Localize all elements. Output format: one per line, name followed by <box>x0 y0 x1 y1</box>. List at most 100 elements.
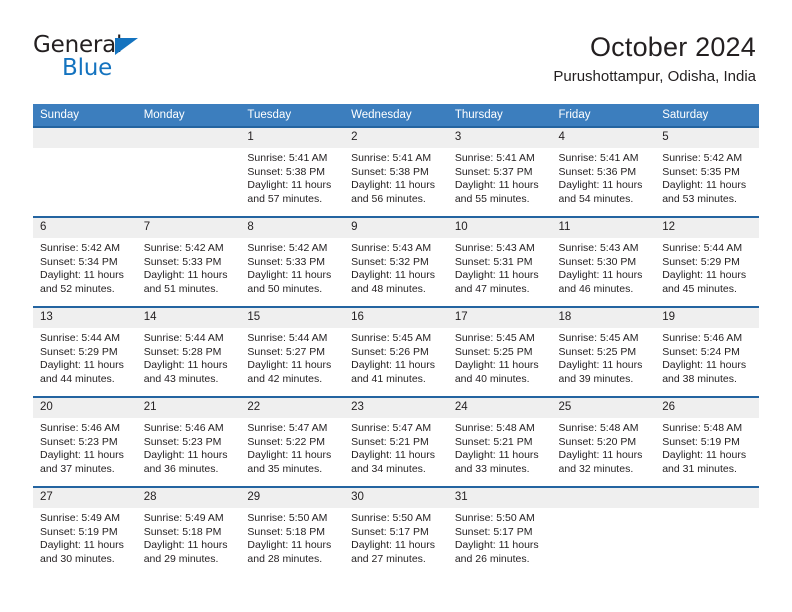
sunrise-text: Sunrise: 5:49 AM <box>40 512 120 524</box>
calendar-body: 1 Sunrise: 5:41 AM Sunset: 5:38 PM Daylight… <box>33 126 759 576</box>
calendar-day-cell[interactable]: 5 Sunrise: 5:42 AM Sunset: 5:35 PM Daylight… <box>655 126 759 217</box>
sunrise-text: Sunrise: 5:42 AM <box>247 242 328 254</box>
weekday-header-thursday: Thursday <box>447 104 552 127</box>
sunrise-text: Sunrise: 5:42 AM <box>662 152 743 164</box>
day-info: Sunrise: 5:45 AM Sunset: 5:25 PM Daylight:… <box>552 328 656 386</box>
daylight-text-line2: and 38 minutes. <box>662 372 737 385</box>
calendar-day-cell[interactable]: 10 Sunrise: 5:43 AM Sunset: 5:31 PM Dayligh… <box>447 216 552 307</box>
daylight-text-line2: and 57 minutes. <box>247 192 323 205</box>
sunrise-text: Sunrise: 5:41 AM <box>247 152 328 164</box>
day-info <box>655 508 759 512</box>
calendar-day-cell[interactable]: 28 Sunrise: 5:49 AM Sunset: 5:18 PM Dayligh… <box>136 486 241 576</box>
location-subtitle: Purushottampur, Odisha, India <box>553 68 756 85</box>
calendar-day-cell[interactable]: 15 Sunrise: 5:44 AM Sunset: 5:27 PM Dayligh… <box>240 306 345 397</box>
day-number: 8 <box>240 218 345 238</box>
calendar-day-cell[interactable] <box>33 126 137 217</box>
page-title: October 2024 <box>589 32 756 62</box>
weekday-header-tuesday: Tuesday <box>240 104 345 127</box>
daylight-text-line2: and 35 minutes. <box>247 462 323 475</box>
sunrise-text: Sunrise: 5:43 AM <box>351 242 432 254</box>
sunset-text: Sunset: 5:29 PM <box>40 345 118 358</box>
sunrise-text: Sunrise: 5:43 AM <box>454 242 535 254</box>
calendar-day-cell[interactable]: 30 Sunrise: 5:50 AM Sunset: 5:17 PM Dayligh… <box>344 486 448 576</box>
day-info: Sunrise: 5:43 AM Sunset: 5:31 PM Daylight:… <box>448 238 552 296</box>
calendar-day-cell[interactable]: 8 Sunrise: 5:42 AM Sunset: 5:33 PM Daylight… <box>240 216 345 307</box>
calendar-day-cell[interactable]: 2 Sunrise: 5:41 AM Sunset: 5:38 PM Daylight… <box>344 126 448 217</box>
day-number: 18 <box>551 308 656 328</box>
calendar-day-cell[interactable]: 27 Sunrise: 5:49 AM Sunset: 5:19 PM Dayligh… <box>33 486 137 576</box>
sunrise-text: Sunrise: 5:44 AM <box>143 332 224 344</box>
general-blue-logo: General Blue <box>33 34 213 84</box>
daylight-text-line2: and 43 minutes. <box>143 372 219 385</box>
daylight-text-line2: and 53 minutes. <box>662 192 737 205</box>
sunset-text: Sunset: 5:23 PM <box>143 435 222 448</box>
calendar-day-cell[interactable]: 18 Sunrise: 5:45 AM Sunset: 5:25 PM Dayligh… <box>551 306 656 397</box>
day-info: Sunrise: 5:45 AM Sunset: 5:25 PM Daylight:… <box>448 328 552 386</box>
daylight-text-line1: Daylight: 11 hours <box>351 269 435 282</box>
day-info: Sunrise: 5:44 AM Sunset: 5:27 PM Daylight:… <box>240 328 344 386</box>
calendar-day-cell[interactable]: 7 Sunrise: 5:42 AM Sunset: 5:33 PM Daylight… <box>136 216 241 307</box>
calendar-day-cell[interactable]: 4 Sunrise: 5:41 AM Sunset: 5:36 PM Daylight… <box>551 126 656 217</box>
daylight-text-line2: and 41 minutes. <box>351 372 426 385</box>
calendar-day-cell[interactable]: 16 Sunrise: 5:45 AM Sunset: 5:26 PM Dayligh… <box>344 306 448 397</box>
calendar-day-cell[interactable]: 29 Sunrise: 5:50 AM Sunset: 5:18 PM Dayligh… <box>240 486 345 576</box>
weekday-header-wednesday: Wednesday <box>344 104 448 127</box>
weekday-header-sunday: Sunday <box>33 104 137 127</box>
daylight-text-line1: Daylight: 11 hours <box>454 269 539 282</box>
daylight-text-line2: and 45 minutes. <box>662 282 737 295</box>
calendar-day-cell[interactable] <box>136 126 241 217</box>
calendar-day-cell[interactable]: 26 Sunrise: 5:48 AM Sunset: 5:19 PM Dayligh… <box>655 396 759 487</box>
calendar-page: General Blue October 2024 Purushottampur… <box>0 0 792 612</box>
calendar-day-cell[interactable]: 12 Sunrise: 5:44 AM Sunset: 5:29 PM Dayligh… <box>655 216 759 307</box>
day-info: Sunrise: 5:41 AM Sunset: 5:37 PM Daylight:… <box>448 148 552 206</box>
weekday-header-saturday: Saturday <box>655 104 759 127</box>
calendar-day-cell[interactable]: 19 Sunrise: 5:46 AM Sunset: 5:24 PM Dayligh… <box>655 306 759 397</box>
day-number: 12 <box>655 218 759 238</box>
day-number: 31 <box>447 488 552 508</box>
day-number: 19 <box>655 308 759 328</box>
sunset-text: Sunset: 5:26 PM <box>351 345 429 358</box>
daylight-text-line1: Daylight: 11 hours <box>247 539 332 552</box>
sunrise-text: Sunrise: 5:50 AM <box>454 512 535 524</box>
calendar-day-cell[interactable]: 9 Sunrise: 5:43 AM Sunset: 5:32 PM Daylight… <box>344 216 448 307</box>
calendar-week-row: 20 Sunrise: 5:46 AM Sunset: 5:23 PM Dayligh… <box>33 396 759 487</box>
calendar-day-cell[interactable] <box>551 486 656 576</box>
sunrise-text: Sunrise: 5:45 AM <box>558 332 639 344</box>
sunrise-text: Sunrise: 5:41 AM <box>558 152 639 164</box>
calendar-day-cell[interactable]: 21 Sunrise: 5:46 AM Sunset: 5:23 PM Dayligh… <box>136 396 241 487</box>
calendar-day-cell[interactable]: 17 Sunrise: 5:45 AM Sunset: 5:25 PM Dayligh… <box>447 306 552 397</box>
calendar-day-cell[interactable] <box>655 486 759 576</box>
sunset-text: Sunset: 5:34 PM <box>40 255 118 268</box>
day-info: Sunrise: 5:49 AM Sunset: 5:18 PM Daylight:… <box>137 508 241 566</box>
calendar-day-cell[interactable]: 14 Sunrise: 5:44 AM Sunset: 5:28 PM Dayligh… <box>136 306 241 397</box>
calendar-day-cell[interactable]: 1 Sunrise: 5:41 AM Sunset: 5:38 PM Daylight… <box>240 126 345 217</box>
sunset-text: Sunset: 5:28 PM <box>143 345 222 358</box>
day-info: Sunrise: 5:48 AM Sunset: 5:21 PM Daylight:… <box>448 418 552 476</box>
calendar-day-cell[interactable]: 24 Sunrise: 5:48 AM Sunset: 5:21 PM Dayligh… <box>447 396 552 487</box>
calendar-day-cell[interactable]: 3 Sunrise: 5:41 AM Sunset: 5:37 PM Daylight… <box>447 126 552 217</box>
calendar-day-cell[interactable]: 23 Sunrise: 5:47 AM Sunset: 5:21 PM Dayligh… <box>344 396 448 487</box>
sunrise-text: Sunrise: 5:48 AM <box>454 422 535 434</box>
day-number <box>33 128 137 148</box>
day-number: 24 <box>447 398 552 418</box>
day-info: Sunrise: 5:42 AM Sunset: 5:33 PM Daylight:… <box>137 238 241 296</box>
daylight-text-line1: Daylight: 11 hours <box>40 269 124 282</box>
day-number: 16 <box>344 308 448 328</box>
sunset-text: Sunset: 5:18 PM <box>247 525 326 538</box>
day-info: Sunrise: 5:46 AM Sunset: 5:23 PM Daylight:… <box>33 418 137 476</box>
daylight-text-line1: Daylight: 11 hours <box>40 449 124 462</box>
sunset-text: Sunset: 5:19 PM <box>662 435 740 448</box>
daylight-text-line1: Daylight: 11 hours <box>662 449 747 462</box>
calendar-day-cell[interactable]: 22 Sunrise: 5:47 AM Sunset: 5:22 PM Dayligh… <box>240 396 345 487</box>
calendar-day-cell[interactable]: 31 Sunrise: 5:50 AM Sunset: 5:17 PM Dayligh… <box>447 486 552 576</box>
calendar-day-cell[interactable]: 13 Sunrise: 5:44 AM Sunset: 5:29 PM Dayligh… <box>33 306 137 397</box>
logo-wordmark-top: General <box>33 34 213 60</box>
calendar-day-cell[interactable]: 25 Sunrise: 5:48 AM Sunset: 5:20 PM Dayligh… <box>551 396 656 487</box>
day-number: 22 <box>240 398 345 418</box>
day-info: Sunrise: 5:48 AM Sunset: 5:19 PM Daylight:… <box>655 418 759 476</box>
calendar-day-cell[interactable]: 11 Sunrise: 5:43 AM Sunset: 5:30 PM Dayligh… <box>551 216 656 307</box>
day-number: 10 <box>447 218 552 238</box>
calendar-day-cell[interactable]: 20 Sunrise: 5:46 AM Sunset: 5:23 PM Dayligh… <box>33 396 137 487</box>
calendar-day-cell[interactable]: 6 Sunrise: 5:42 AM Sunset: 5:34 PM Daylight… <box>33 216 137 307</box>
sunrise-text: Sunrise: 5:45 AM <box>454 332 535 344</box>
